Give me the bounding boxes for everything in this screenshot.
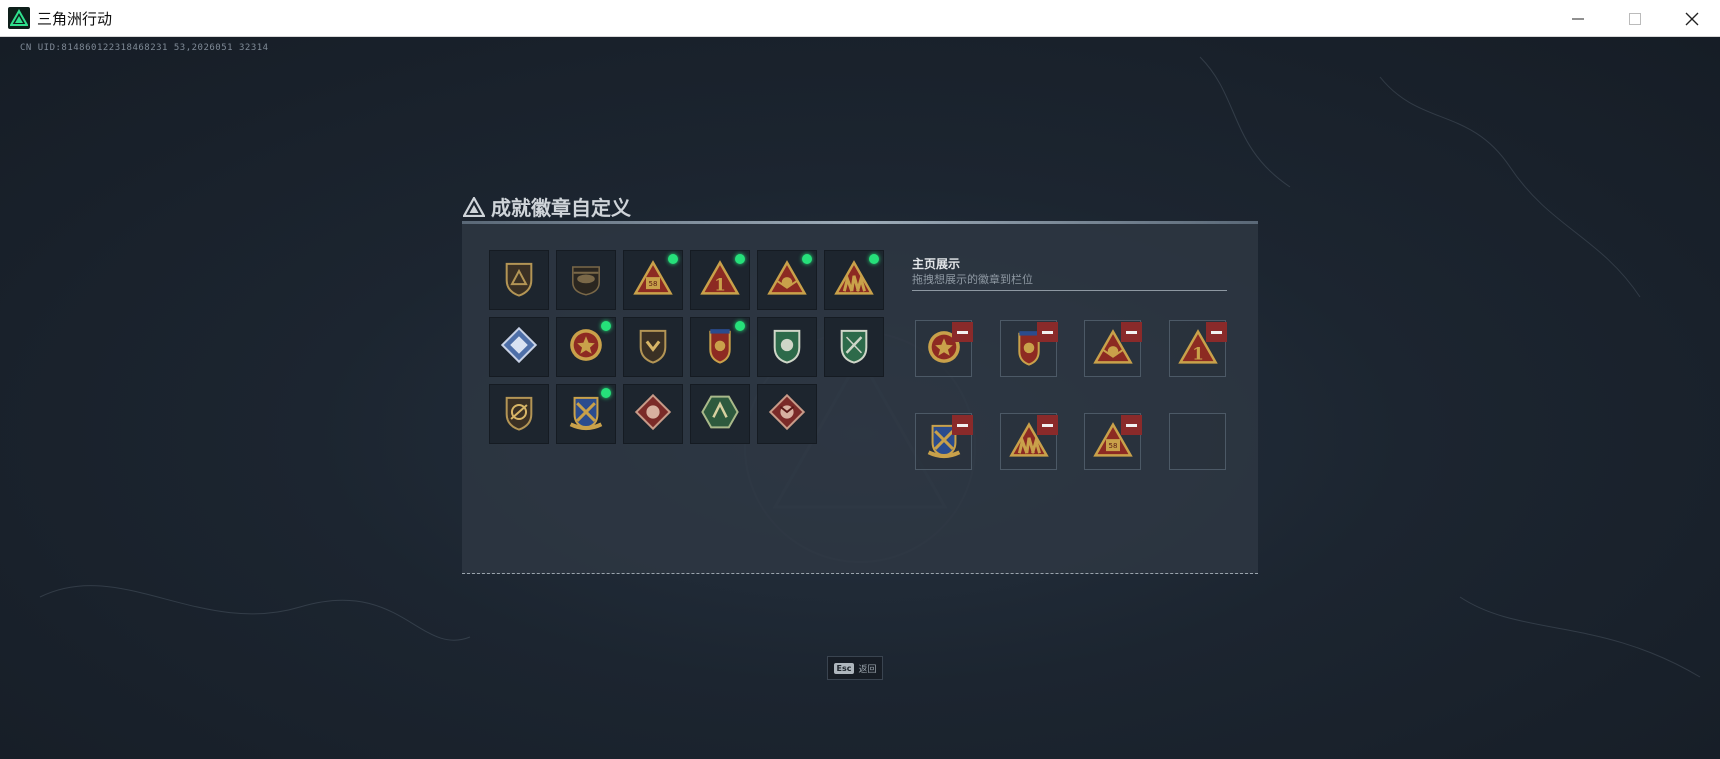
badge-slot-crossed-swords-crest[interactable] — [556, 384, 616, 444]
slash-shield-icon — [497, 390, 541, 438]
new-indicator-dot — [601, 388, 611, 398]
window-controls — [1549, 0, 1720, 37]
badge-slot-triangle-58[interactable]: 58 — [623, 250, 683, 310]
showcase-slot-empty[interactable] — [1169, 413, 1226, 470]
new-indicator-dot — [869, 254, 879, 264]
remove-badge-button[interactable] — [1206, 322, 1227, 342]
crossed-swords-crest-icon — [564, 390, 608, 438]
esc-key: Esc — [833, 662, 855, 674]
minus-icon — [1126, 330, 1137, 334]
dragon-diamond-icon — [765, 390, 809, 438]
showcase-slot-filled[interactable] — [1000, 413, 1058, 470]
shield-chevron-icon — [631, 323, 675, 371]
esc-label: 返回 — [858, 664, 877, 675]
showcase-slot-filled[interactable] — [915, 320, 973, 377]
badge-slot-helicopter[interactable] — [556, 250, 616, 310]
badge-slot-red-star-medal[interactable] — [556, 317, 616, 377]
green-lion-shield-icon — [765, 323, 809, 371]
badge-slot-ribbon-shield[interactable] — [690, 317, 750, 377]
esc-back-button[interactable]: Esc 返回 — [827, 656, 883, 680]
showcase-divider — [912, 290, 1227, 291]
panel-header: 成就徽章自定义 — [463, 192, 631, 221]
showcase-slot-filled[interactable]: 58 — [1084, 413, 1142, 470]
badge-grid: 58 1 — [489, 250, 884, 444]
triangle-winged-icon — [765, 256, 809, 304]
minus-icon — [957, 423, 968, 427]
badge-slot-beast-diamond[interactable] — [623, 384, 683, 444]
delta-logo-icon — [8, 7, 30, 29]
badge-slot-triangle-1[interactable]: 1 — [690, 250, 750, 310]
game-viewport: CN UID:814860122318468231 53,2026051 323… — [0, 37, 1720, 759]
new-indicator-dot — [735, 321, 745, 331]
minus-icon — [1042, 330, 1053, 334]
svg-text:58: 58 — [1108, 441, 1117, 449]
badge-slot-green-crossed-shield[interactable] — [824, 317, 884, 377]
remove-badge-button[interactable] — [1121, 322, 1142, 342]
minus-icon — [1042, 423, 1053, 427]
svg-text:58: 58 — [649, 280, 658, 288]
ribbon-shield-icon — [698, 323, 742, 371]
minimize-button[interactable] — [1549, 0, 1606, 37]
triangle-soldiers-icon — [832, 256, 876, 304]
triangle-1-icon: 1 — [698, 256, 742, 304]
badge-slot-slash-shield[interactable] — [489, 384, 549, 444]
triangle-58-icon: 58 — [631, 256, 675, 304]
badge-slot-green-lion-shield[interactable] — [757, 317, 817, 377]
close-button[interactable] — [1663, 0, 1720, 37]
new-indicator-dot — [735, 254, 745, 264]
red-star-medal-icon — [564, 323, 608, 371]
helicopter-icon — [564, 256, 608, 304]
panel-title: 成就徽章自定义 — [491, 196, 631, 220]
minus-icon — [1126, 423, 1137, 427]
new-indicator-dot — [601, 321, 611, 331]
remove-badge-button[interactable] — [1121, 415, 1142, 435]
blue-diamond-icon — [497, 323, 541, 371]
badge-slot-blue-diamond[interactable] — [489, 317, 549, 377]
close-icon — [1685, 12, 1698, 25]
minus-icon — [957, 330, 968, 334]
showcase-slot-filled[interactable] — [1000, 320, 1058, 377]
badge-customization-panel: 58 1 主页展示 拖拽想展示的徽章到栏位 1 58 — [462, 221, 1258, 574]
remove-badge-button[interactable] — [1037, 322, 1058, 342]
badge-slot-delta-shield[interactable] — [489, 250, 549, 310]
minimize-icon — [1571, 18, 1584, 19]
new-indicator-dot — [802, 254, 812, 264]
maximize-button[interactable] — [1606, 0, 1663, 37]
new-indicator-dot — [668, 254, 678, 264]
minus-icon — [1211, 330, 1222, 334]
showcase-subtitle: 拖拽想展示的徽章到栏位 — [912, 273, 1033, 286]
window-title: 三角洲行动 — [37, 9, 113, 28]
badge-slot-green-hex[interactable] — [690, 384, 750, 444]
delta-title-icon — [463, 196, 485, 217]
showcase-slot-filled[interactable]: 1 — [1169, 320, 1227, 377]
showcase-slot-filled[interactable] — [915, 413, 973, 470]
window-titlebar: 三角洲行动 — [0, 0, 1720, 37]
badge-slot-triangle-winged[interactable] — [757, 250, 817, 310]
showcase-slot-filled[interactable] — [1084, 320, 1142, 377]
delta-shield-icon — [497, 256, 541, 304]
svg-text:1: 1 — [1192, 343, 1204, 363]
remove-badge-button[interactable] — [952, 322, 973, 342]
badge-slot-dragon-diamond[interactable] — [757, 384, 817, 444]
remove-badge-button[interactable] — [952, 415, 973, 435]
showcase-title: 主页展示 — [912, 257, 961, 271]
green-crossed-shield-icon — [832, 323, 876, 371]
badge-slot-triangle-soldiers[interactable] — [824, 250, 884, 310]
green-hex-icon — [698, 390, 742, 438]
remove-badge-button[interactable] — [1037, 415, 1058, 435]
maximize-icon — [1628, 12, 1641, 25]
svg-text:1: 1 — [714, 274, 726, 294]
badge-slot-shield-chevron[interactable] — [623, 317, 683, 377]
panel-top-border — [462, 221, 1258, 224]
beast-diamond-icon — [631, 390, 675, 438]
